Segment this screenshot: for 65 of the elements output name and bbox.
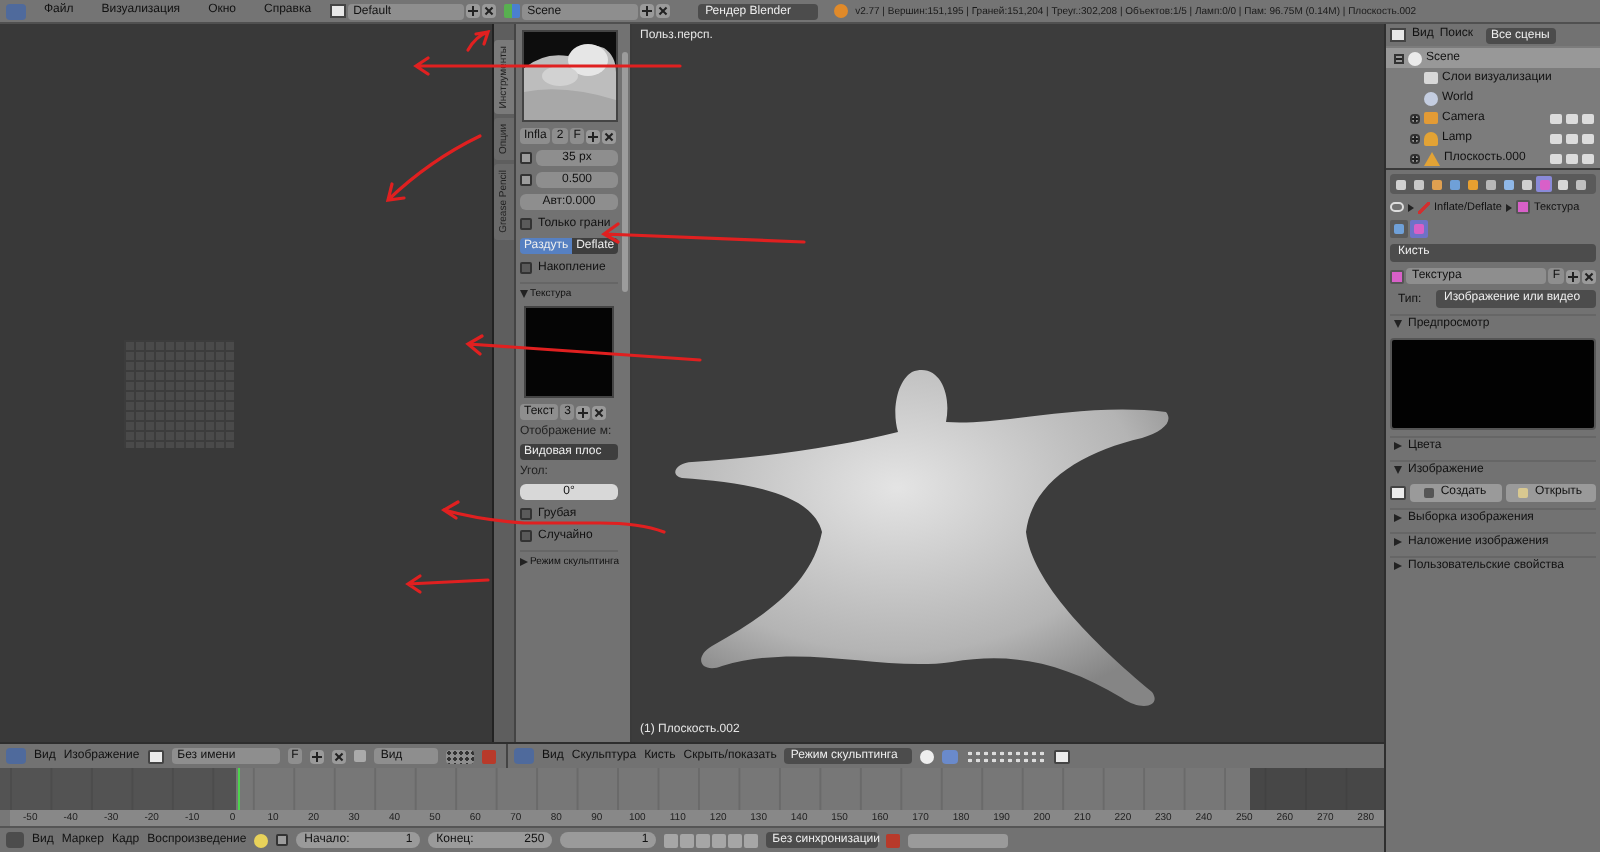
checkbox[interactable] bbox=[520, 508, 532, 520]
close-icon[interactable] bbox=[592, 405, 607, 419]
properties-tab[interactable] bbox=[1482, 176, 1498, 192]
plus-icon[interactable] bbox=[310, 749, 325, 763]
brush-icon bbox=[1418, 201, 1430, 213]
properties-tab[interactable] bbox=[1428, 176, 1444, 192]
properties-tab[interactable] bbox=[1572, 176, 1588, 192]
image-icon[interactable] bbox=[1390, 486, 1406, 500]
plus-icon[interactable] bbox=[576, 405, 591, 419]
annotation-arrow bbox=[405, 574, 490, 594]
properties-tab[interactable] bbox=[1392, 176, 1408, 192]
render-icon[interactable] bbox=[1054, 749, 1071, 763]
expand-icon[interactable] bbox=[1410, 133, 1420, 143]
layers-icon[interactable] bbox=[966, 749, 1047, 763]
annotation-arrow bbox=[466, 30, 490, 52]
properties-tab[interactable] bbox=[1464, 176, 1480, 192]
context-button[interactable] bbox=[1390, 220, 1408, 238]
expand-icon[interactable] bbox=[1410, 113, 1420, 123]
plus-icon[interactable] bbox=[465, 4, 480, 18]
screen-layout-icon[interactable] bbox=[329, 4, 346, 18]
image-icon[interactable] bbox=[147, 749, 164, 763]
editor-menu-icon[interactable] bbox=[1390, 28, 1406, 42]
keying-set-field[interactable] bbox=[908, 833, 1009, 848]
close-icon[interactable] bbox=[655, 4, 670, 18]
texture-icon bbox=[1515, 200, 1530, 214]
collapse-icon[interactable] bbox=[1394, 53, 1404, 63]
current-frame-line bbox=[238, 768, 240, 810]
collapsed-triangle-icon[interactable] bbox=[1394, 442, 1402, 450]
plus-icon[interactable] bbox=[1566, 269, 1580, 283]
plus-icon[interactable] bbox=[639, 4, 654, 18]
annotation-arrow bbox=[386, 134, 482, 202]
properties-tab[interactable] bbox=[1518, 176, 1534, 192]
scrollbar[interactable] bbox=[622, 52, 628, 292]
close-icon[interactable] bbox=[1582, 269, 1596, 283]
checkbox[interactable] bbox=[520, 530, 532, 542]
out-of-range-shade bbox=[1250, 768, 1384, 809]
expanded-triangle-icon[interactable] bbox=[520, 290, 528, 298]
globe-icon bbox=[1424, 91, 1438, 105]
properties-tab[interactable] bbox=[1446, 176, 1462, 192]
properties-tab[interactable] bbox=[1410, 176, 1426, 192]
close-icon[interactable] bbox=[481, 4, 496, 18]
lamp-icon bbox=[1424, 131, 1438, 145]
properties-tab[interactable] bbox=[1554, 176, 1570, 192]
expand-icon[interactable] bbox=[1410, 153, 1420, 163]
properties-tab[interactable] bbox=[1500, 176, 1516, 192]
keying-icon[interactable] bbox=[254, 833, 269, 848]
shading-icon[interactable] bbox=[920, 749, 935, 763]
blender-logo-icon bbox=[833, 4, 848, 18]
close-icon[interactable] bbox=[332, 749, 347, 763]
checkbox[interactable] bbox=[520, 262, 532, 274]
scene-icon bbox=[1408, 51, 1422, 65]
texture-icon[interactable] bbox=[1390, 269, 1404, 283]
chevron-icon bbox=[1408, 203, 1414, 211]
close-icon[interactable] bbox=[602, 129, 617, 143]
texture-preview bbox=[524, 306, 614, 398]
checkbox[interactable] bbox=[520, 218, 532, 230]
expanded-triangle-icon[interactable] bbox=[1394, 466, 1402, 474]
collapsed-triangle-icon[interactable] bbox=[1394, 562, 1402, 570]
collapsed-triangle-icon[interactable] bbox=[520, 558, 528, 566]
plus-icon[interactable] bbox=[586, 129, 601, 143]
collapsed-triangle-icon[interactable] bbox=[1394, 514, 1402, 522]
link-icon bbox=[1390, 202, 1404, 212]
expanded-triangle-icon[interactable] bbox=[1394, 320, 1402, 328]
uv-icon[interactable] bbox=[446, 749, 475, 763]
collapsed-triangle-icon[interactable] bbox=[1394, 538, 1402, 546]
